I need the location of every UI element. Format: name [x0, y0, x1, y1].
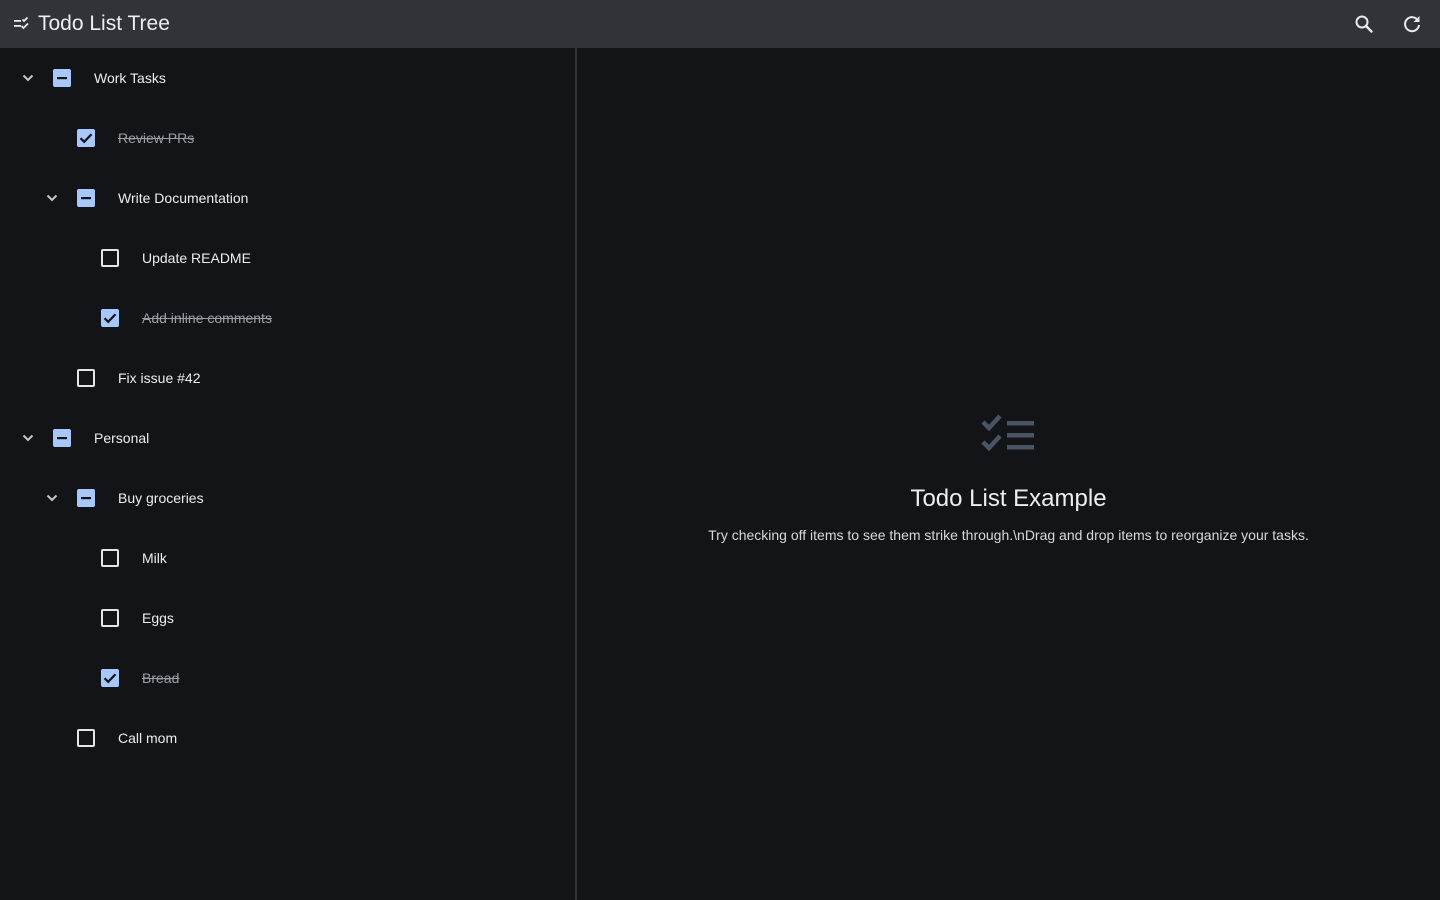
task-label: Add inline comments [142, 310, 272, 326]
refresh-button[interactable] [1400, 12, 1424, 36]
task-checkbox[interactable] [101, 669, 119, 687]
task-label: Update README [142, 250, 251, 266]
chevron-down-icon[interactable] [42, 488, 62, 508]
task-label: Review PRs [118, 130, 195, 146]
tree-node[interactable]: Fix issue #42 [0, 348, 575, 408]
chevron-down-icon[interactable] [18, 428, 38, 448]
task-checkbox[interactable] [77, 129, 95, 147]
tree-node[interactable]: Bread [0, 648, 575, 708]
task-label: Eggs [142, 610, 174, 626]
empty-state-title: Todo List Example [910, 485, 1107, 512]
search-button[interactable] [1352, 12, 1376, 36]
tree-node[interactable]: Call mom [0, 708, 575, 768]
task-checkbox[interactable] [77, 729, 95, 747]
chevron-down-icon[interactable] [42, 188, 62, 208]
task-label: Bread [142, 670, 180, 686]
todo-tree: Work Tasks Review PRs Write Documentation U… [0, 48, 575, 900]
detail-pane: Todo List Example Try checking off items… [577, 48, 1440, 900]
task-label: Milk [142, 550, 167, 566]
checklist-icon [981, 414, 1034, 452]
tree-node[interactable]: Write Documentation [0, 168, 575, 228]
task-checkbox[interactable] [53, 69, 71, 87]
app-bar: Todo List Tree [0, 0, 1440, 48]
checklist-icon[interactable] [12, 15, 30, 33]
task-label: Work Tasks [94, 70, 166, 86]
task-label: Write Documentation [118, 190, 249, 206]
tree-node[interactable]: Milk [0, 528, 575, 588]
chevron-down-icon[interactable] [18, 68, 38, 88]
app-title: Todo List Tree [38, 12, 170, 35]
tree-node[interactable]: Buy groceries [0, 468, 575, 528]
tree-node[interactable]: Add inline comments [0, 288, 575, 348]
search-icon [1355, 15, 1373, 33]
task-checkbox[interactable] [77, 189, 95, 207]
task-label: Personal [94, 430, 150, 446]
task-checkbox[interactable] [77, 489, 95, 507]
task-label: Fix issue #42 [118, 370, 201, 386]
empty-state-subtitle: Try checking off items to see them strik… [708, 527, 1309, 543]
task-checkbox[interactable] [101, 249, 119, 267]
task-checkbox[interactable] [53, 429, 71, 447]
refresh-icon [1404, 16, 1420, 33]
tree-node[interactable]: Update README [0, 228, 575, 288]
task-label: Call mom [118, 730, 178, 746]
task-checkbox[interactable] [101, 609, 119, 627]
task-checkbox[interactable] [101, 309, 119, 327]
tree-node[interactable]: Review PRs [0, 108, 575, 168]
task-label: Buy groceries [118, 490, 204, 506]
tree-node[interactable]: Eggs [0, 588, 575, 648]
task-checkbox[interactable] [101, 549, 119, 567]
tree-node[interactable]: Work Tasks [0, 48, 575, 108]
task-checkbox[interactable] [77, 369, 95, 387]
tree-node[interactable]: Personal [0, 408, 575, 468]
